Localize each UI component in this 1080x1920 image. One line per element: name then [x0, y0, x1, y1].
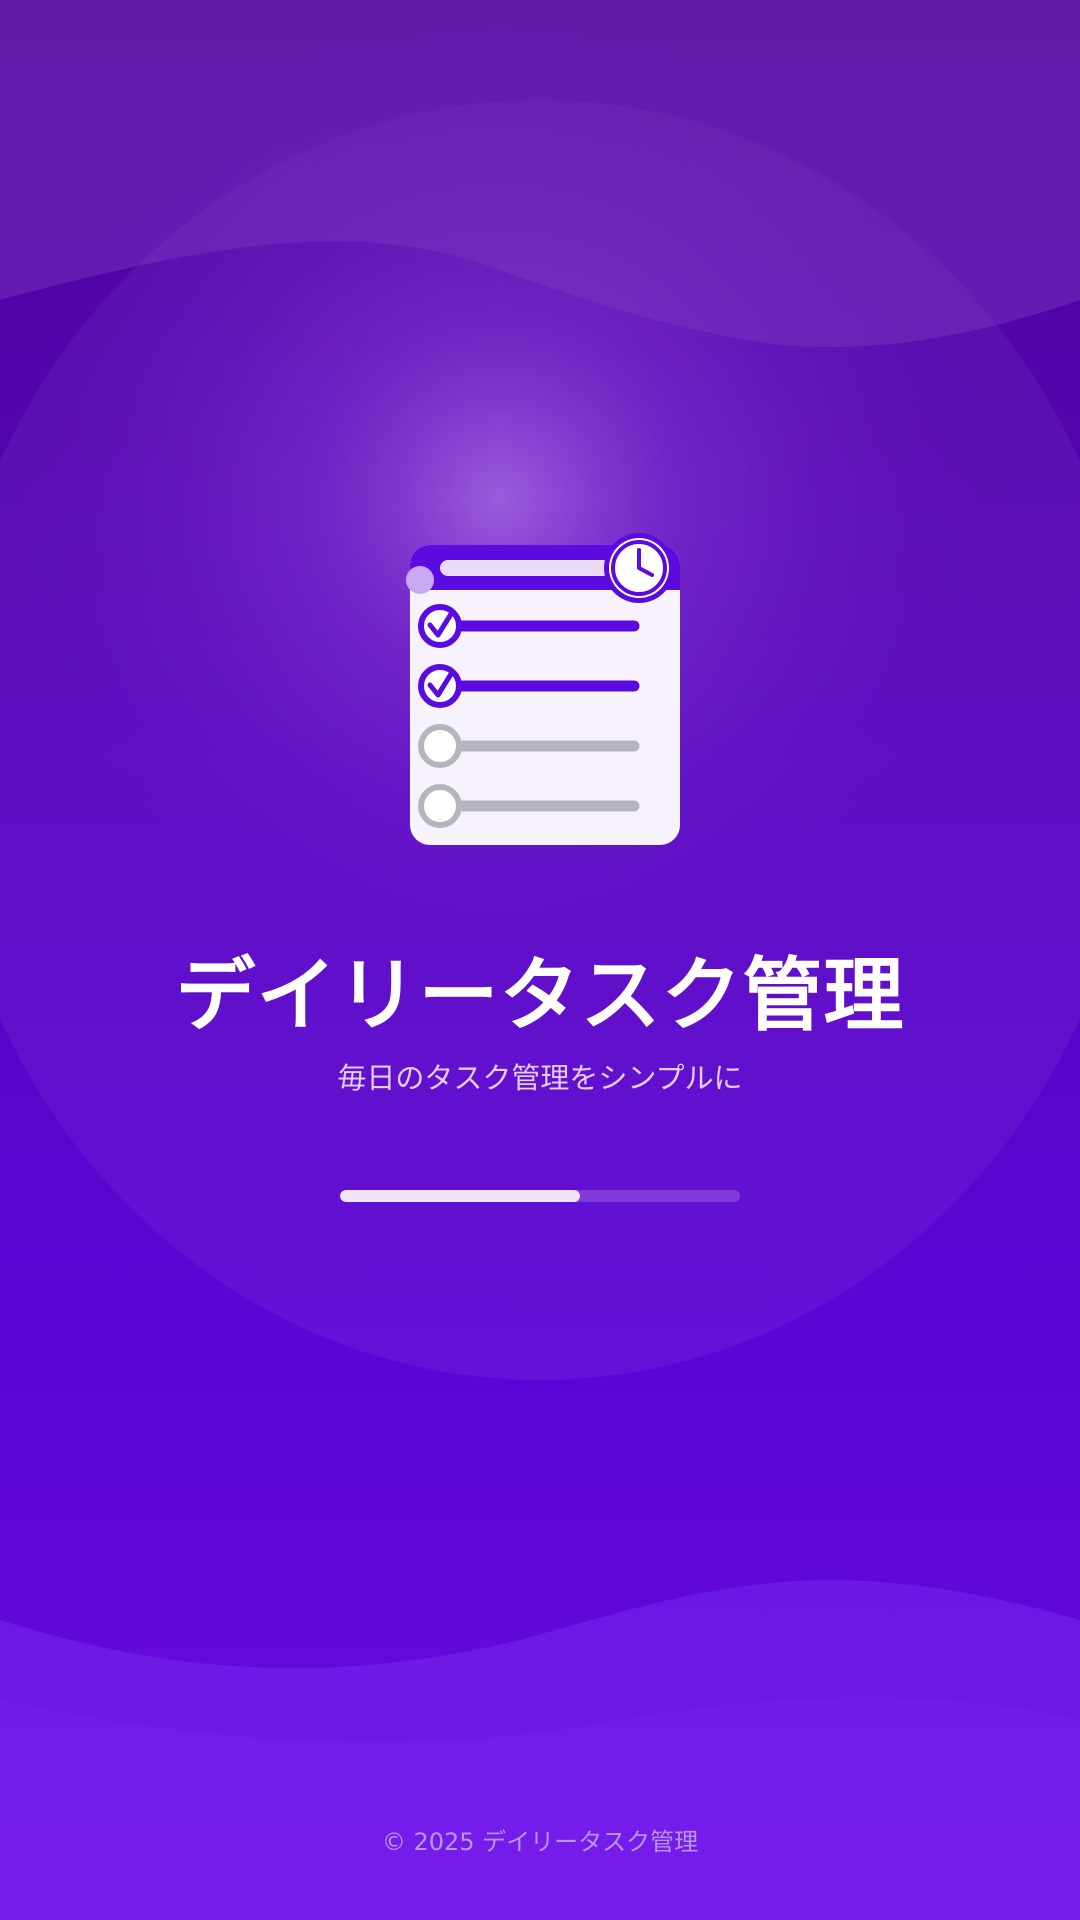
- clock-icon: [604, 533, 674, 603]
- clip-ring: [406, 566, 434, 594]
- app-title: デイリータスク管理: [175, 949, 905, 1042]
- splash-screen: デイリータスク管理 毎日のタスク管理をシンプルに © 2025 デイリータスク管…: [0, 0, 1080, 1920]
- copyright-footer: © 2025 デイリータスク管理: [381, 1828, 699, 1856]
- checkmark-circle-icon: [418, 664, 462, 708]
- empty-circle-icon: [418, 724, 462, 768]
- loading-progress-fill: [340, 1190, 580, 1202]
- checkmark-circle-icon: [418, 604, 462, 648]
- empty-circle-icon: [418, 784, 462, 828]
- task-checklist-clock-icon: [406, 533, 680, 845]
- header-title-line: [440, 560, 630, 576]
- app-subtitle: 毎日のタスク管理をシンプルに: [337, 1061, 743, 1095]
- loading-progress-bar: [340, 1190, 740, 1202]
